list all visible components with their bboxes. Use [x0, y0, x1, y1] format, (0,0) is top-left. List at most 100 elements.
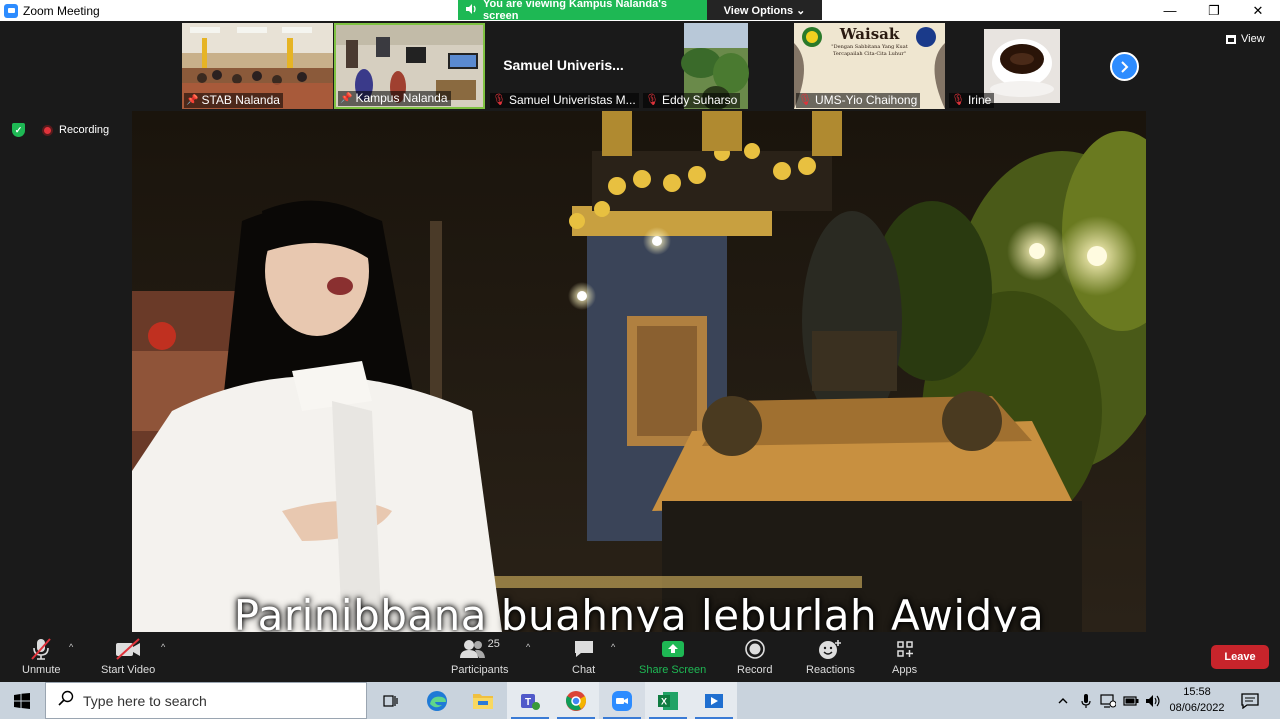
task-view-button[interactable]: [367, 682, 413, 719]
apps-icon: [896, 641, 913, 657]
taskbar-search-input[interactable]: Type here to search: [45, 682, 367, 719]
participant-name-label: 🎙 Samuel Univeristas M...: [490, 93, 639, 108]
participant-name-label: 📌 STAB Nalanda: [184, 93, 283, 108]
edge-browser-icon: [427, 690, 447, 711]
pin-icon: 📌: [186, 95, 199, 106]
shared-screen-scene: [132, 111, 1146, 632]
waisak-subtitle: "Dengan Sabbitana Yang Kuat Tercapailah …: [831, 44, 908, 57]
media-player-icon: [705, 693, 723, 708]
waisak-title: Waisak: [839, 25, 900, 43]
participant-name-label: 📌 Kampus Nalanda: [338, 91, 451, 106]
reactions-smiley-icon: [819, 640, 842, 659]
participant-count: 25: [487, 638, 500, 650]
network-icon: [1100, 693, 1116, 708]
close-button[interactable]: ✕: [1236, 0, 1280, 21]
svg-text:T: T: [525, 697, 531, 708]
notifications-icon: [1241, 692, 1259, 709]
show-hidden-icons-button[interactable]: [1053, 682, 1073, 719]
microphone-icon: [1081, 693, 1091, 708]
chat-button[interactable]: Chat: [572, 636, 595, 676]
clock-date: 08/06/2022: [1169, 702, 1225, 714]
chevron-up-icon: [1058, 698, 1068, 704]
teams-icon: T: [521, 693, 540, 710]
start-video-button[interactable]: Start Video: [101, 636, 155, 676]
record-button[interactable]: Record: [737, 636, 772, 676]
taskbar-teams[interactable]: T: [507, 682, 553, 719]
tray-network[interactable]: [1098, 682, 1118, 719]
minimize-button[interactable]: —: [1148, 0, 1192, 21]
participant-tile[interactable]: 📌 STAB Nalanda: [182, 23, 333, 109]
tray-volume[interactable]: [1143, 682, 1163, 719]
restore-button[interactable]: ❐: [1192, 0, 1236, 21]
view-grid-icon: [1226, 34, 1236, 44]
muted-microphone-icon: [31, 638, 52, 660]
meeting-toolbar: Unmute ^ Start Video ^ 25 Participants ^…: [0, 632, 1280, 682]
taskbar-clock[interactable]: 15:58 08/06/2022: [1164, 684, 1230, 716]
share-screen-button[interactable]: Share Screen: [639, 636, 706, 676]
taskbar-zoom[interactable]: [599, 682, 645, 719]
file-explorer-folder-icon: [473, 693, 493, 709]
gallery-strip: 📌 STAB Nalanda 📌 Kampus Nalanda Samuel U…: [182, 23, 1098, 109]
video-options-caret[interactable]: ^: [161, 642, 165, 652]
window-title: Zoom Meeting: [23, 3, 100, 18]
participants-options-caret[interactable]: ^: [526, 642, 530, 652]
participant-display-name: Samuel Univeris...: [503, 57, 624, 73]
excel-icon: X: [658, 691, 678, 710]
recording-indicator[interactable]: Recording: [42, 124, 109, 136]
participant-tile[interactable]: Samuel Univeris... 🎙 Samuel Univeristas …: [488, 23, 639, 109]
muted-mic-icon: 🎙: [645, 94, 659, 106]
chrome-browser-icon: [566, 690, 586, 711]
muted-mic-icon: 🎙: [492, 94, 506, 106]
taskbar-media-player[interactable]: [691, 682, 737, 719]
reactions-button[interactable]: Reactions: [806, 636, 855, 676]
clock-time: 15:58: [1183, 686, 1211, 698]
viewing-share-notice: You are viewing Kampus Nalanda's screen: [458, 0, 707, 22]
record-icon: [744, 639, 765, 659]
zoom-icon: [612, 690, 632, 711]
leave-meeting-button[interactable]: Leave: [1211, 645, 1269, 669]
taskbar-file-explorer[interactable]: [460, 682, 506, 719]
participant-tile-active-speaker[interactable]: 📌 Kampus Nalanda: [334, 23, 485, 109]
muted-mic-icon: 🎙: [951, 94, 965, 106]
viewing-share-text: You are viewing Kampus Nalanda's screen: [483, 0, 667, 22]
view-options-button[interactable]: View Options ⌄: [707, 0, 822, 20]
audio-options-caret[interactable]: ^: [69, 642, 73, 652]
unmute-button[interactable]: Unmute: [22, 636, 61, 676]
participant-tile[interactable]: 🎙 Eddy Suharso: [641, 23, 792, 109]
tray-microphone[interactable]: [1077, 682, 1095, 719]
windows-taskbar: Type here to search T X 15:58 08/06/2022: [0, 682, 1280, 719]
participant-name-label: 🎙 Eddy Suharso: [643, 93, 741, 108]
participant-name-label: 🎙 Irine: [949, 93, 995, 108]
share-screen-icon: [661, 641, 684, 657]
recording-dot-icon: [42, 124, 53, 136]
taskbar-excel[interactable]: X: [645, 682, 691, 719]
taskbar-chrome[interactable]: [553, 682, 599, 719]
start-button[interactable]: [0, 682, 44, 719]
speaker-volume-icon: [1146, 694, 1160, 707]
security-shield-icon[interactable]: ✓: [12, 123, 25, 137]
participants-icon: [459, 640, 485, 658]
lyrics-caption: Parinibbana buahnya leburlah Awidya: [233, 591, 1045, 632]
chevron-right-icon: [1120, 60, 1128, 73]
participant-name-label: 🎙 UMS-Yio Chaihong: [796, 93, 921, 108]
participant-tile[interactable]: 🎙 Irine: [947, 23, 1098, 109]
next-page-arrow-button[interactable]: [1110, 52, 1139, 81]
participant-tile[interactable]: Waisak "Dengan Sabbitana Yang Kuat Terca…: [794, 23, 945, 109]
speaker-icon: [466, 3, 477, 17]
participants-button[interactable]: 25 Participants: [451, 636, 508, 676]
chat-options-caret[interactable]: ^: [611, 642, 615, 652]
action-center-button[interactable]: [1236, 682, 1264, 719]
taskbar-edge[interactable]: [414, 682, 460, 719]
view-menu-button[interactable]: View: [1226, 33, 1265, 45]
apps-button[interactable]: Apps: [892, 636, 917, 676]
search-icon: [58, 690, 74, 711]
screen-share-banner: You are viewing Kampus Nalanda's screen …: [458, 0, 822, 22]
pin-icon: 📌: [340, 93, 353, 104]
task-view-icon: [383, 694, 398, 707]
chat-bubble-icon: [574, 641, 593, 657]
video-off-icon: [116, 638, 141, 660]
tray-battery[interactable]: [1121, 682, 1141, 719]
battery-icon: [1123, 695, 1139, 706]
zoom-app-icon: [4, 3, 18, 18]
shared-screen-video: Parinibbana buahnya leburlah Awidya: [132, 111, 1146, 632]
